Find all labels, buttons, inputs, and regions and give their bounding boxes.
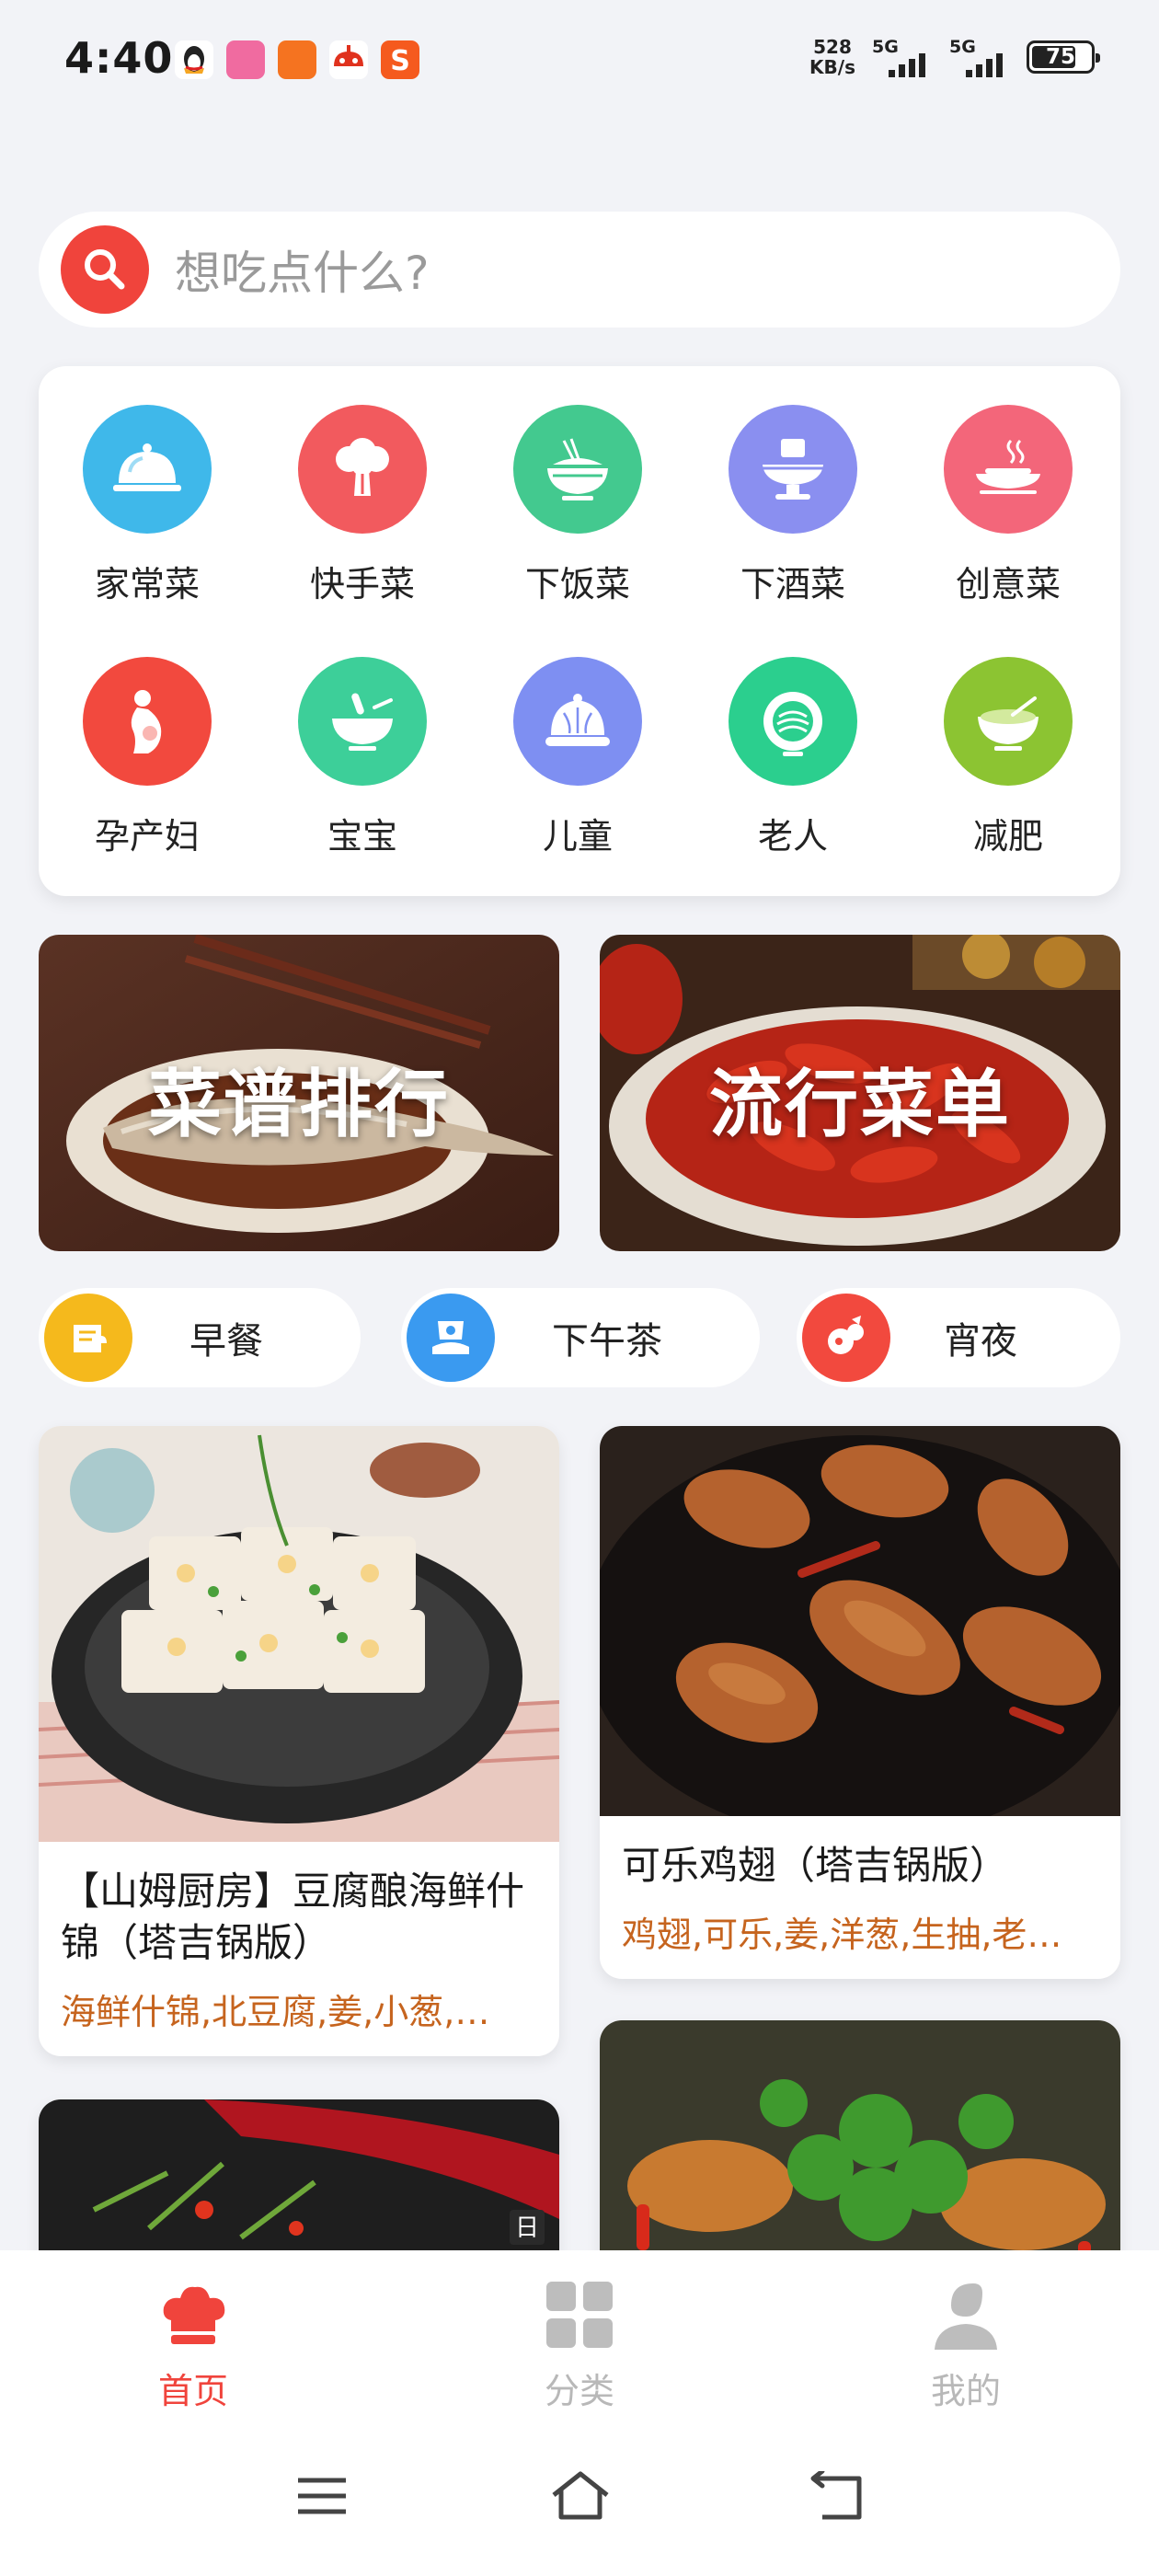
search-icon: [85, 249, 125, 290]
pregnant-icon: [131, 690, 162, 753]
category-pregnant-women[interactable]: 孕产妇: [74, 657, 221, 858]
notification-icons: S: [175, 40, 419, 79]
nav-profile[interactable]: 我的: [874, 2278, 1058, 2413]
banner-title: 流行菜单: [709, 1062, 1011, 1147]
qq-icon: [175, 40, 213, 79]
recipe-image: [600, 2020, 1120, 2287]
back-icon[interactable]: [809, 2471, 865, 2523]
search-input[interactable]: 想吃点什么?: [175, 236, 430, 303]
category-weight-loss[interactable]: 减肥: [935, 657, 1082, 858]
cloche-icon: [113, 443, 181, 491]
recipe-title: 可乐鸡翅（塔吉锅版）: [622, 1843, 1009, 1888]
nav-label: 首页: [157, 2371, 228, 2411]
meal-label: 早餐: [189, 1320, 263, 1363]
category-children[interactable]: 儿童: [504, 657, 651, 858]
1688-icon: [278, 40, 316, 79]
bilibili-icon: [226, 40, 265, 79]
recipe-title: 【山姆厨房】豆腐酿海鲜什锦（塔吉锅版）: [61, 1869, 525, 1965]
breakfast-icon: [74, 1325, 107, 1352]
network-speed: 528 KB/s: [809, 37, 855, 77]
rice-bowl-icon: [547, 438, 608, 500]
battery-icon: 75: [1027, 40, 1100, 74]
meal-label: 下午茶: [552, 1320, 662, 1363]
banner-popular-menu[interactable]: 流行菜单: [600, 935, 1120, 1251]
recipe-card[interactable]: 可乐鸡翅（塔吉锅版） 鸡翅,可乐,姜,洋葱,生抽,老…: [600, 1426, 1120, 1979]
nav-categories[interactable]: 分类: [488, 2278, 671, 2413]
svg-text:S: S: [390, 45, 410, 77]
category-quick-dishes[interactable]: 快手菜: [289, 405, 436, 606]
meal-label: 宵夜: [944, 1320, 1017, 1363]
category-label: 孕产妇: [94, 816, 200, 857]
category-label: 老人: [757, 816, 828, 857]
search-button[interactable]: [61, 225, 149, 314]
recipe-ingredients: 海鲜什锦,北豆腐,姜,小葱,…: [61, 1992, 490, 2032]
category-label: 下酒菜: [740, 564, 845, 604]
user-icon: [935, 2283, 997, 2350]
category-home-cooking[interactable]: 家常菜: [74, 405, 221, 606]
category-creative-dishes[interactable]: 创意菜: [935, 405, 1082, 606]
category-label: 宝宝: [327, 816, 397, 857]
hotpot-icon: [761, 439, 825, 500]
nav-label: 分类: [544, 2371, 614, 2411]
category-baby[interactable]: 宝宝: [289, 657, 436, 858]
banner-title: 菜谱排行: [148, 1062, 450, 1147]
broccoli-icon: [336, 438, 389, 496]
category-label: 创意菜: [955, 564, 1061, 604]
battery-level: 75: [1045, 45, 1075, 69]
pinduoduo-icon: [329, 40, 368, 79]
meal-afternoon-tea[interactable]: 下午茶: [401, 1288, 760, 1387]
meal-breakfast[interactable]: 早餐: [39, 1288, 361, 1387]
system-navigation-bar: [0, 2434, 1159, 2576]
category-elderly[interactable]: 老人: [719, 657, 866, 858]
baby-bowl-icon: [332, 693, 393, 751]
status-bar: 4:40 S 528 KB/s 5G 5G 75: [0, 0, 1159, 120]
afternoon-tea-icon: [432, 1321, 469, 1354]
banner-recipe-ranking[interactable]: 菜谱排行: [39, 935, 559, 1251]
category-label: 儿童: [542, 816, 613, 857]
recipe-ingredients: 鸡翅,可乐,姜,洋葱,生抽,老…: [622, 1915, 1062, 1955]
cola-wings-image: [600, 1426, 1120, 1840]
bottom-navigation: 首页 分类 我的: [0, 2250, 1159, 2434]
menu-icon[interactable]: [294, 2473, 350, 2519]
recipe-card[interactable]: 【山姆厨房】豆腐酿海鲜什锦（塔吉锅版） 海鲜什锦,北豆腐,姜,小葱,…: [39, 1426, 559, 2056]
noodle-bowl-icon: [763, 692, 822, 756]
speed-value: 528: [813, 36, 852, 58]
signal-5g-1-icon: 5G: [872, 37, 933, 77]
partial-card-badge: 日: [515, 2214, 539, 2242]
category-label: 下饭菜: [524, 564, 630, 604]
nav-label: 我的: [930, 2371, 1001, 2411]
category-label: 减肥: [972, 816, 1043, 857]
category-label: 家常菜: [94, 564, 200, 604]
status-time: 4:40: [64, 33, 174, 83]
speed-unit: KB/s: [809, 56, 855, 78]
tofu-dish-image: [39, 1426, 559, 1842]
signal-5g-2-icon: 5G: [949, 37, 1010, 77]
category-label: 快手菜: [309, 564, 415, 604]
recipe-image: [600, 1426, 1120, 1840]
bun-icon: [545, 694, 610, 746]
recipe-image: [39, 1426, 559, 1842]
meal-late-night[interactable]: 宵夜: [797, 1288, 1120, 1387]
late-night-icon: [828, 1316, 864, 1354]
chef-hat-icon: [163, 2286, 225, 2344]
category-grid: 家常菜 快手菜 下饭菜 下酒菜 创意菜 孕产妇 宝宝 儿童 老人 减肥: [39, 366, 1120, 896]
search-bar[interactable]: 想吃点什么?: [39, 212, 1120, 328]
category-drinking-snacks[interactable]: 下酒菜: [719, 405, 866, 606]
sogou-icon: S: [381, 40, 419, 79]
home-icon[interactable]: [548, 2469, 613, 2521]
plate-icon: [976, 439, 1040, 494]
salad-bowl-icon: [978, 696, 1039, 751]
recipe-card[interactable]: [600, 2020, 1120, 2287]
grid-icon: [546, 2282, 613, 2348]
category-rice-dishes[interactable]: 下饭菜: [504, 405, 651, 606]
nav-home[interactable]: 首页: [101, 2278, 285, 2413]
